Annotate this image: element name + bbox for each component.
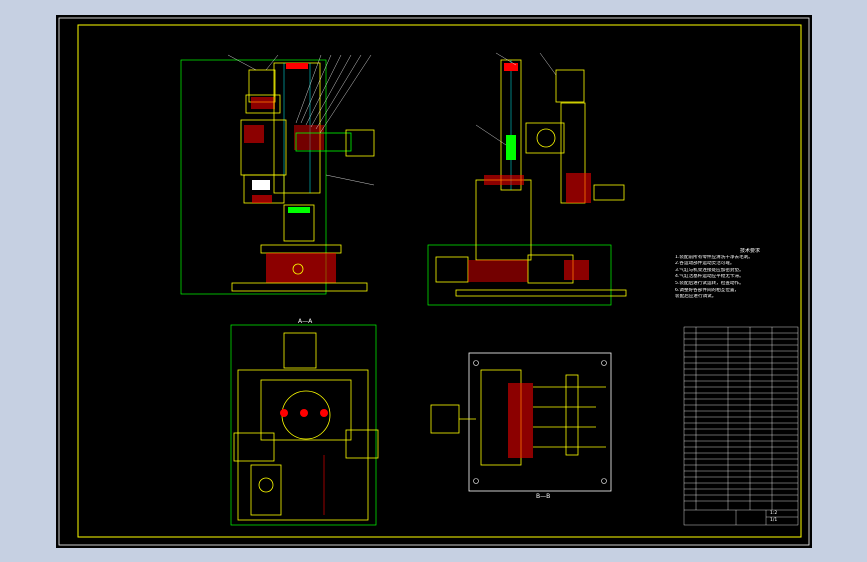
technical-notes: 技术要求 1.装配前所有零件应清洗干净去毛刺。 2.各运动部件运动灵活可靠。 3… [675, 248, 825, 301]
note-item: 2.各运动部件运动灵活可靠。 [675, 261, 735, 267]
parts-table [683, 326, 799, 526]
note-item: 装配后应进行调试。 [675, 294, 717, 300]
notes-title: 技术要求 [739, 248, 760, 254]
note-item: 1.装配前所有零件应清洗干净去毛刺。 [675, 254, 753, 260]
note-item: 4.气缸活塞杆运动应平稳无卡滞。 [675, 274, 744, 280]
front-section-view [180, 54, 375, 295]
note-item: 6.调整好各部件间的相互位置， [675, 287, 740, 293]
view-label-b: B—B [536, 493, 551, 500]
plan-view-b [430, 352, 612, 492]
view-label-a: A—A [298, 318, 313, 325]
cad-viewer-window: A—A B—B 技术要求 1.装配前所有零件应清洗干净去毛刺。 2.各运动部件运… [0, 0, 867, 562]
title-block-scale: 1:2 [770, 511, 778, 516]
note-item: 5.装配后进行试运转，检查动作。 [675, 280, 744, 286]
title-block-sheet: 1/1 [770, 518, 778, 523]
note-item: 3.气缸与机架连接处应加密封垫。 [675, 267, 744, 273]
side-view [427, 52, 627, 306]
plan-view-a [230, 324, 379, 526]
drawing-sheet[interactable]: A—A B—B 技术要求 1.装配前所有零件应清洗干净去毛刺。 2.各运动部件运… [56, 15, 812, 548]
